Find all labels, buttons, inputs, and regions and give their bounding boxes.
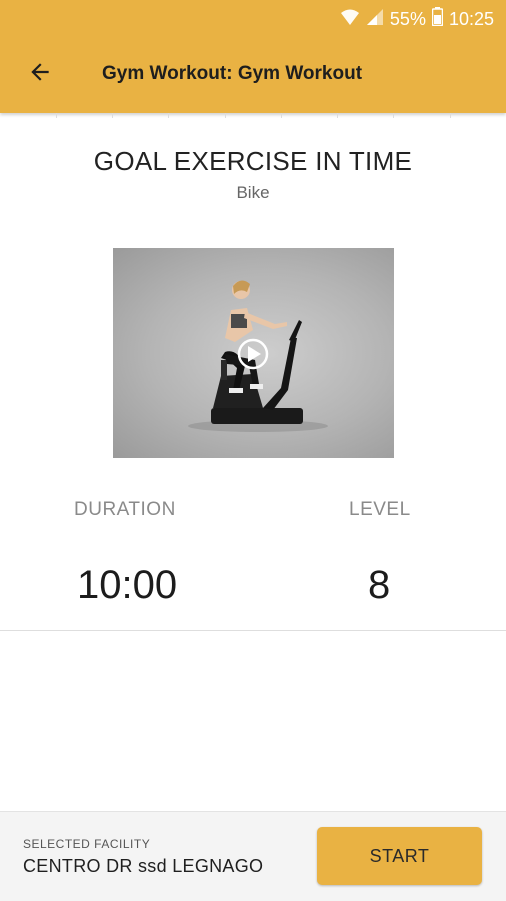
exercise-name: Bike [236,183,270,202]
exercise-bike-illustration [188,280,328,432]
level-value: 8 [368,563,391,607]
page-title: Gym Workout: Gym Workout [102,63,363,84]
signal-icon [366,8,384,31]
status-bar: 55% 10:25 [0,0,506,36]
battery-percent: 55% [389,8,426,29]
bottom-bar: SELECTED FACILITY CENTRO DR ssd LEGNAGO … [0,811,506,901]
divider [0,630,506,631]
facility-name: CENTRO DR ssd LEGNAGO [23,856,264,876]
goal-title: GOAL EXERCISE IN TIME [93,146,413,176]
start-button[interactable]: START [317,827,482,885]
battery-icon [431,7,444,31]
arrow-back-icon [27,59,53,90]
duration-label: DURATION [74,499,176,520]
exercise-video[interactable] [113,248,394,458]
facility-label: SELECTED FACILITY [23,837,151,851]
toolbar: Gym Workout: Gym Workout [0,36,506,113]
duration-value: 10:00 [77,563,178,607]
level-label: LEVEL [349,499,411,520]
status-time: 10:25 [448,8,494,29]
status-icons: 55% 10:25 [340,7,494,31]
app-bar: 55% 10:25 Gym Workout: Gym Workout [0,0,506,113]
wifi-icon [340,8,360,31]
back-button[interactable] [20,54,60,94]
tab-strip [0,113,506,119]
